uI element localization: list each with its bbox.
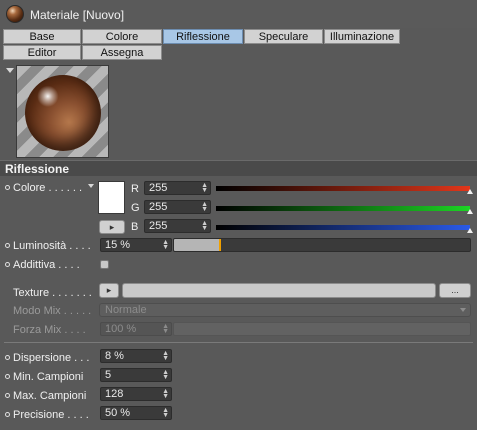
spin-arrows-icon[interactable]: ▲ ▼ (201, 201, 208, 213)
max-samples-input[interactable]: 128 ▲ ▼ (100, 387, 172, 401)
r-input[interactable]: 255 ▲ ▼ (144, 181, 211, 195)
brightness-input[interactable]: 15 % ▲ ▼ (100, 238, 172, 252)
b-value: 255 (149, 220, 168, 232)
mix-strength-input[interactable]: 100 % ▲ ▼ (100, 322, 172, 336)
tab-colore[interactable]: Colore (82, 29, 162, 44)
color-menu-arrow-icon[interactable] (88, 184, 94, 188)
animation-dot-icon[interactable] (5, 412, 10, 417)
r-value: 255 (149, 182, 168, 194)
animation-dot-icon[interactable] (5, 243, 10, 248)
section-header (0, 160, 477, 176)
g-label: G (131, 202, 140, 214)
tab-base[interactable]: Base (3, 29, 81, 44)
precision-label: Precisione . . . . (13, 409, 89, 421)
spin-arrows-icon[interactable]: ▲ ▼ (201, 220, 208, 232)
tab-speculare[interactable]: Speculare (244, 29, 323, 44)
material-preview[interactable] (16, 65, 109, 158)
divider (4, 342, 473, 343)
g-value: 255 (149, 201, 168, 213)
window-title: Materiale [Nuovo] (30, 8, 125, 22)
mix-mode-value: Normale (105, 304, 147, 316)
preview-menu-arrow-icon[interactable] (6, 68, 14, 73)
brightness-value: 15 % (105, 239, 131, 251)
color-label: Colore . . . . . . (13, 182, 83, 194)
brightness-slider[interactable] (173, 238, 471, 252)
dispersion-input[interactable]: 8 % ▲ ▼ (100, 349, 172, 363)
g-slider-thumb[interactable] (467, 209, 473, 214)
r-slider-thumb[interactable] (467, 189, 473, 194)
texture-menu-button[interactable]: ▸ (99, 283, 119, 298)
spin-arrows-icon[interactable]: ▲ ▼ (162, 350, 169, 362)
animation-dot-icon[interactable] (5, 262, 10, 267)
b-slider[interactable] (216, 225, 470, 230)
color-expand-button[interactable]: ▸ (99, 220, 125, 234)
brightness-slider-fill (174, 239, 219, 251)
b-slider-thumb[interactable] (467, 228, 473, 233)
brightness-label: Luminosità . . . . (13, 240, 91, 252)
max-samples-value: 128 (105, 388, 124, 400)
min-samples-input[interactable]: 5 ▲ ▼ (100, 368, 172, 382)
precision-input[interactable]: 50 % ▲ ▼ (100, 406, 172, 420)
texture-slot[interactable] (122, 283, 436, 298)
play-icon: ▸ (106, 285, 112, 295)
spin-arrows-icon[interactable]: ▲ ▼ (162, 407, 169, 419)
play-icon: ▸ (109, 222, 115, 232)
b-label: B (131, 221, 139, 233)
additive-label: Addittiva . . . . (13, 259, 80, 271)
dispersion-value: 8 % (105, 350, 124, 362)
tab-illuminazione[interactable]: Illuminazione (324, 29, 400, 44)
section-title: Riflessione (5, 162, 70, 176)
brightness-slider-thumb[interactable] (219, 239, 221, 251)
min-samples-value: 5 (105, 369, 112, 381)
r-slider[interactable] (216, 186, 470, 191)
g-slider[interactable] (216, 206, 470, 211)
texture-label: Texture . . . . . . . (13, 287, 92, 299)
mix-strength-slider[interactable] (173, 322, 471, 336)
color-swatch[interactable] (98, 181, 125, 214)
b-input[interactable]: 255 ▲ ▼ (144, 219, 211, 233)
max-samples-label: Max. Campioni (13, 390, 87, 402)
mix-strength-value: 100 % (105, 323, 137, 335)
texture-browse-button[interactable]: ... (439, 283, 471, 298)
mix-mode-label: Modo Mix . . . . . (13, 305, 92, 317)
tab-riflessione[interactable]: Riflessione (163, 29, 243, 44)
animation-dot-icon[interactable] (5, 393, 10, 398)
spin-arrows-icon[interactable]: ▲ ▼ (162, 323, 169, 335)
additive-checkbox[interactable] (100, 260, 109, 269)
precision-value: 50 % (105, 407, 131, 419)
animation-dot-icon[interactable] (5, 185, 10, 190)
dispersion-label: Dispersione . . . (13, 352, 90, 364)
spin-arrows-icon[interactable]: ▲ ▼ (162, 369, 169, 381)
min-samples-label: Min. Campioni (13, 371, 84, 383)
spin-arrows-icon[interactable]: ▲ ▼ (162, 388, 169, 400)
spin-arrows-icon[interactable]: ▲ ▼ (201, 182, 208, 194)
material-icon (6, 5, 24, 23)
chevron-down-icon (460, 308, 466, 312)
tab-editor[interactable]: Editor (3, 45, 81, 60)
spin-arrows-icon[interactable]: ▲ ▼ (162, 239, 169, 251)
animation-dot-icon[interactable] (5, 374, 10, 379)
mix-mode-select[interactable]: Normale (99, 303, 471, 317)
mix-strength-label: Forza Mix . . . . (13, 324, 86, 336)
animation-dot-icon[interactable] (5, 355, 10, 360)
preview-sphere (25, 75, 101, 151)
r-label: R (131, 183, 139, 195)
g-input[interactable]: 255 ▲ ▼ (144, 200, 211, 214)
tab-assegna[interactable]: Assegna (82, 45, 162, 60)
